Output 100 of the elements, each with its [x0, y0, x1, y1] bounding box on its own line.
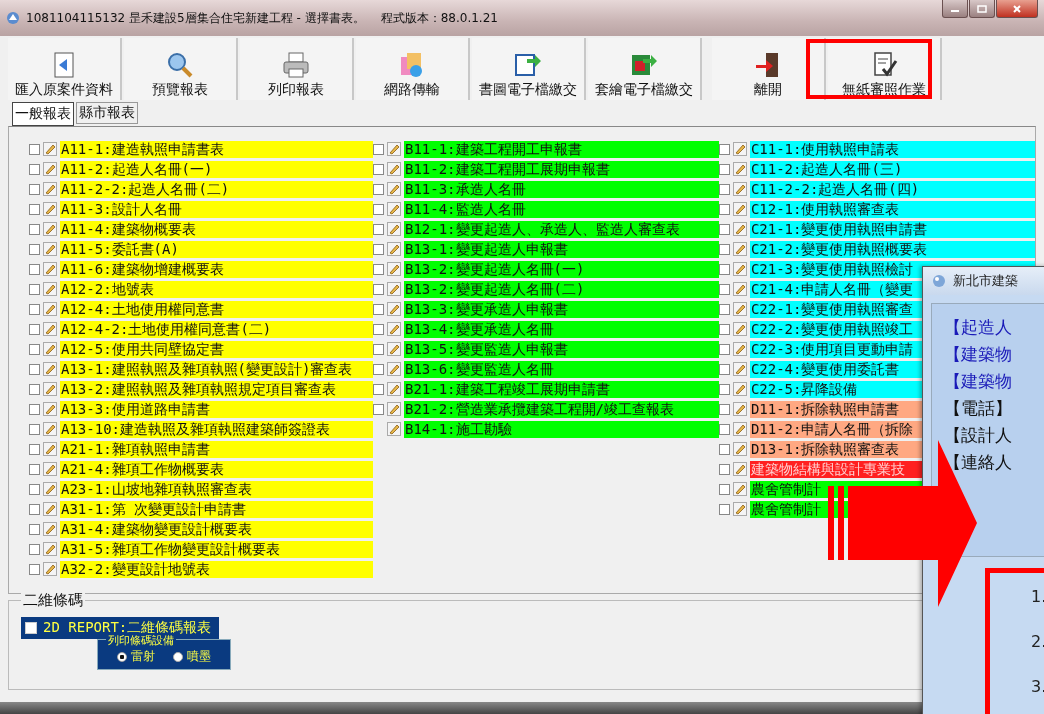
close-button[interactable]: [996, 0, 1038, 18]
checkbox[interactable]: [29, 543, 40, 555]
pencil-icon[interactable]: [732, 242, 747, 256]
radio-button[interactable]: [117, 651, 127, 662]
checkbox[interactable]: [372, 183, 384, 195]
report-item[interactable]: B11-1:建築工程開工申報書: [403, 140, 719, 158]
pencil-icon[interactable]: [43, 422, 57, 436]
checkbox[interactable]: [718, 383, 730, 395]
checkbox[interactable]: [718, 503, 730, 515]
report-item[interactable]: B13-4:變更承造人名冊: [403, 320, 719, 338]
pencil-icon[interactable]: [43, 382, 57, 396]
checkbox[interactable]: [29, 503, 40, 515]
checkbox[interactable]: [718, 443, 730, 455]
maximize-button[interactable]: [969, 0, 995, 18]
checkbox[interactable]: [29, 243, 40, 255]
pencil-icon[interactable]: [732, 282, 747, 296]
radio-option[interactable]: 噴墨: [173, 648, 211, 665]
report-item[interactable]: A31-1:第 次變更設計申請書: [60, 500, 373, 518]
checkbox[interactable]: [372, 203, 384, 215]
pencil-icon[interactable]: [386, 402, 401, 416]
checkbox[interactable]: [372, 323, 384, 335]
pencil-icon[interactable]: [43, 182, 57, 196]
pencil-icon[interactable]: [386, 382, 401, 396]
pencil-icon[interactable]: [43, 242, 57, 256]
pencil-icon[interactable]: [386, 242, 401, 256]
pencil-icon[interactable]: [43, 442, 57, 456]
checkbox[interactable]: [372, 143, 384, 155]
checkbox[interactable]: [29, 343, 40, 355]
report-item[interactable]: B13-3:變更承造人申報書: [403, 300, 719, 318]
pencil-icon[interactable]: [386, 282, 401, 296]
report-item[interactable]: B12-1:變更起造人、承造人、監造人審查表: [403, 220, 719, 238]
pencil-icon[interactable]: [732, 202, 747, 216]
pencil-icon[interactable]: [43, 142, 57, 156]
checkbox[interactable]: [29, 423, 40, 435]
checkbox[interactable]: [718, 483, 730, 495]
pencil-icon[interactable]: [43, 302, 57, 316]
checkbox[interactable]: [372, 303, 384, 315]
report-item[interactable]: A13-2:建照執照及雜項執照規定項目審查表: [60, 380, 373, 398]
checkbox[interactable]: [718, 143, 730, 155]
toolbar-button[interactable]: 套繪電子檔繳交: [588, 38, 702, 100]
report-item[interactable]: A13-1:建照執照及雜項執照(變更設計)審查表: [60, 360, 373, 378]
pencil-icon[interactable]: [43, 202, 57, 216]
report-item[interactable]: A11-3:設計人名冊: [60, 200, 373, 218]
pencil-icon[interactable]: [43, 502, 57, 516]
checkbox[interactable]: [29, 523, 40, 535]
report-item[interactable]: B14-1:施工勘驗: [403, 420, 719, 438]
pencil-icon[interactable]: [43, 542, 57, 556]
pencil-icon[interactable]: [43, 322, 57, 336]
report-item[interactable]: A11-2-2:起造人名冊(二): [60, 180, 373, 198]
checkbox[interactable]: [718, 223, 730, 235]
pencil-icon[interactable]: [386, 422, 401, 436]
checkbox[interactable]: [29, 303, 40, 315]
pencil-icon[interactable]: [43, 342, 57, 356]
pencil-icon[interactable]: [386, 162, 401, 176]
report-item[interactable]: B13-2:變更起造人名冊(二): [403, 280, 719, 298]
report-item[interactable]: A12-4:土地使用權同意書: [60, 300, 373, 318]
report-item[interactable]: A12-4-2:土地使用權同意書(二): [60, 320, 373, 338]
report-item[interactable]: B13-6:變更監造人名冊: [403, 360, 719, 378]
checkbox[interactable]: [372, 403, 384, 415]
radio-option[interactable]: 雷射: [117, 648, 155, 665]
checkbox[interactable]: [718, 403, 730, 415]
report-item[interactable]: C11-2:起造人名冊(三): [749, 160, 1035, 178]
pencil-icon[interactable]: [386, 322, 401, 336]
toolbar-button[interactable]: 預覽報表: [124, 38, 238, 100]
checkbox[interactable]: [372, 243, 384, 255]
pencil-icon[interactable]: [43, 482, 57, 496]
pencil-icon[interactable]: [43, 402, 57, 416]
checkbox[interactable]: [372, 363, 384, 375]
pencil-icon[interactable]: [386, 262, 401, 276]
pencil-icon[interactable]: [732, 322, 747, 336]
checkbox[interactable]: [29, 443, 40, 455]
report-item[interactable]: A11-1:建造執照申請書表: [60, 140, 373, 158]
report-item[interactable]: A12-2:地號表: [60, 280, 373, 298]
report-item[interactable]: B11-2:建築工程開工展期申報書: [403, 160, 719, 178]
pencil-icon[interactable]: [732, 142, 747, 156]
pencil-icon[interactable]: [732, 482, 747, 496]
checkbox[interactable]: [29, 563, 40, 575]
report-item[interactable]: A31-5:雜項工作物變更設計概要表: [60, 540, 373, 558]
checkbox[interactable]: [29, 463, 40, 475]
checkbox[interactable]: [718, 263, 730, 275]
pencil-icon[interactable]: [43, 462, 57, 476]
pencil-icon[interactable]: [732, 342, 747, 356]
report-item[interactable]: B21-1:建築工程竣工展期申請書: [403, 380, 719, 398]
report-item[interactable]: C21-2:變更使用執照概要表: [749, 240, 1035, 258]
checkbox[interactable]: [29, 143, 40, 155]
pencil-icon[interactable]: [43, 362, 57, 376]
report-item[interactable]: B13-5:變更監造人申報書: [403, 340, 719, 358]
checkbox[interactable]: [29, 403, 40, 415]
report-item[interactable]: B11-3:承造人名冊: [403, 180, 719, 198]
report-item[interactable]: B21-2:營造業承攬建築工程開/竣工查報表: [403, 400, 719, 418]
pencil-icon[interactable]: [732, 422, 747, 436]
checkbox[interactable]: [372, 163, 384, 175]
report-item[interactable]: A31-4:建築物變更設計概要表: [60, 520, 373, 538]
checkbox[interactable]: [29, 283, 40, 295]
checkbox[interactable]: [718, 303, 730, 315]
report-item[interactable]: A11-6:建築物增建概要表: [60, 260, 373, 278]
tab[interactable]: 縣市報表: [76, 102, 138, 124]
report-item[interactable]: B13-1:變更起造人申報書: [403, 240, 719, 258]
pencil-icon[interactable]: [386, 222, 401, 236]
checkbox[interactable]: [718, 163, 730, 175]
